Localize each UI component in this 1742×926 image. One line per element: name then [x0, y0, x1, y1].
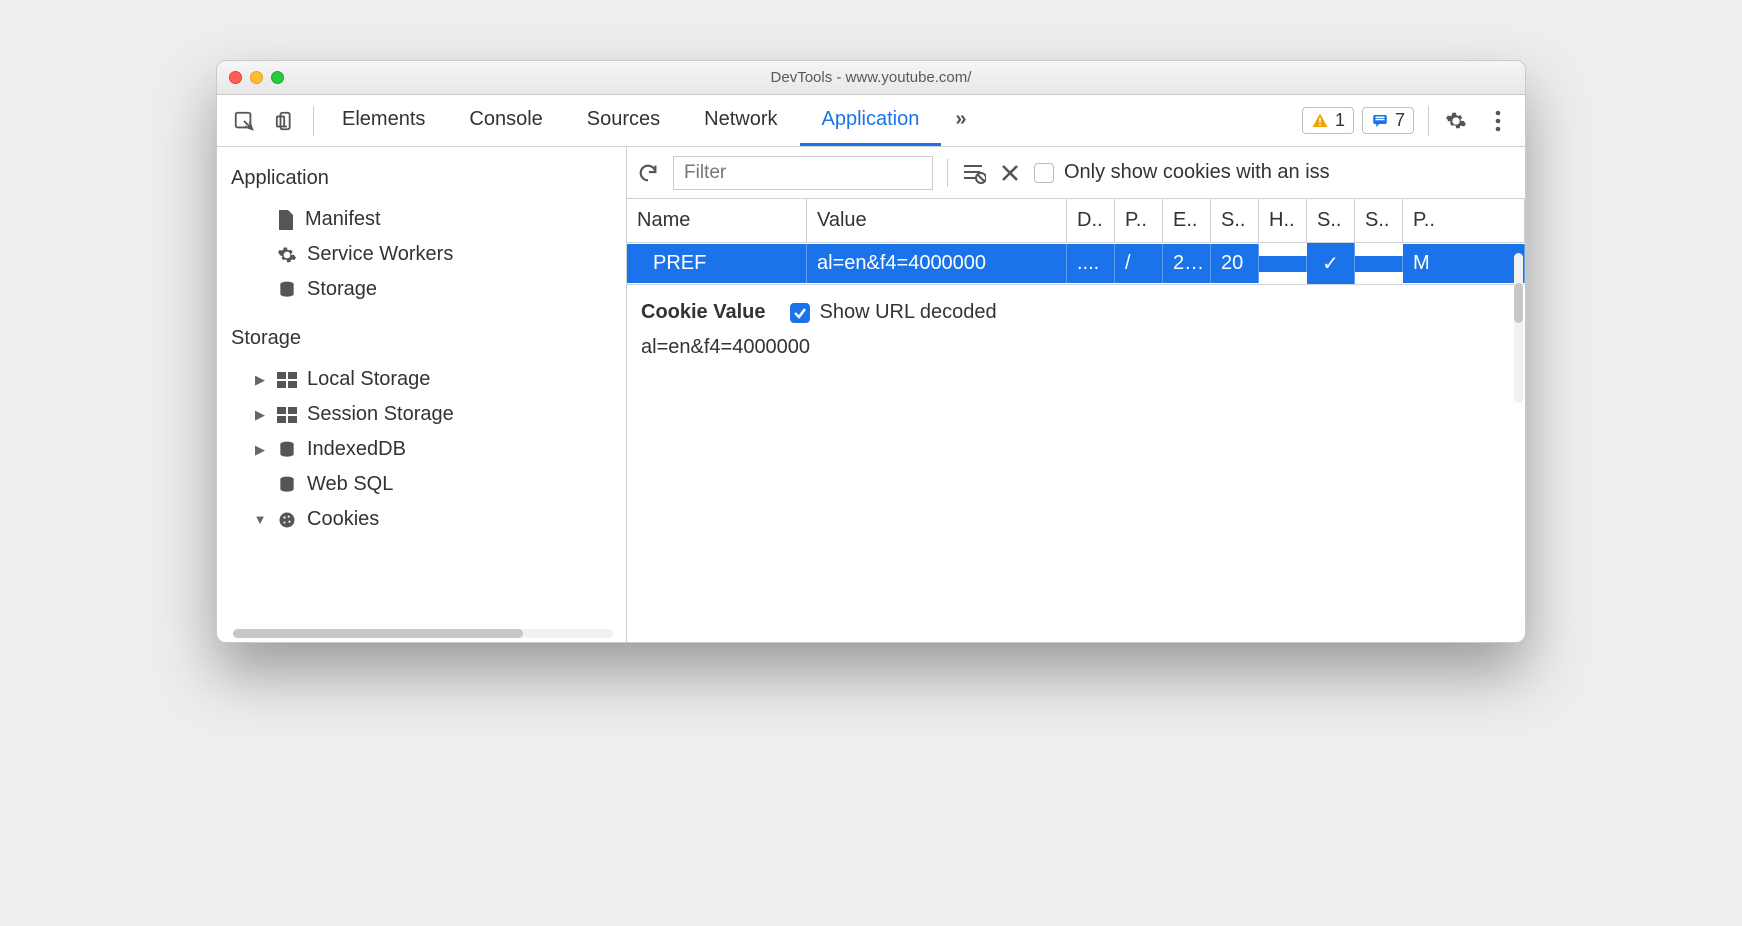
- sidebar-item-label: IndexedDB: [307, 438, 406, 461]
- col-httponly[interactable]: H..: [1259, 199, 1307, 242]
- sidebar-item-cookies[interactable]: ▼ Cookies: [217, 502, 626, 537]
- sidebar-group-application: Application: [217, 147, 626, 202]
- sidebar-item-label: Web SQL: [307, 473, 393, 496]
- cell-httponly: [1259, 256, 1307, 272]
- expand-arrow-icon[interactable]: ▶: [253, 442, 267, 458]
- tab-application[interactable]: Application: [800, 95, 942, 146]
- toolbar-divider: [313, 106, 314, 136]
- cell-domain: ....: [1067, 244, 1115, 283]
- col-expires[interactable]: E..: [1163, 199, 1211, 242]
- show-url-decoded-label: Show URL decoded: [820, 301, 997, 324]
- window-minimize-button[interactable]: [250, 71, 263, 84]
- toolbar-divider: [1428, 106, 1429, 136]
- sidebar-item-service-workers[interactable]: Service Workers: [217, 237, 626, 272]
- expand-arrow-icon[interactable]: ▶: [253, 372, 267, 388]
- sidebar-group-storage: Storage: [217, 307, 626, 362]
- table-row[interactable]: PREF al=en&f4=4000000 .... / 2… 20 ✓ M: [627, 243, 1525, 284]
- messages-badge[interactable]: 7: [1362, 107, 1414, 134]
- actionbar-divider: [947, 159, 948, 187]
- window-close-button[interactable]: [229, 71, 242, 84]
- cookies-pane: Only show cookies with an iss Name Value…: [627, 147, 1525, 642]
- gear-icon: [277, 245, 297, 265]
- warnings-badge[interactable]: 1: [1302, 107, 1354, 134]
- cookie-detail: Cookie Value Show URL decoded al=en&f4=4…: [627, 285, 1525, 375]
- file-icon: [277, 210, 295, 230]
- panel-body: Application Manifest Service Workers Sto…: [217, 147, 1525, 642]
- sidebar-item-label: Manifest: [305, 208, 381, 231]
- tab-elements[interactable]: Elements: [320, 95, 447, 146]
- warnings-count: 1: [1335, 110, 1345, 131]
- cell-path: /: [1115, 244, 1163, 283]
- messages-count: 7: [1395, 110, 1405, 131]
- expand-arrow-icon[interactable]: ▶: [253, 407, 267, 423]
- sidebar-item-manifest[interactable]: Manifest: [217, 202, 626, 237]
- col-domain[interactable]: D..: [1067, 199, 1115, 242]
- cell-expires: 2…: [1163, 244, 1211, 283]
- cookies-table: Name Value D.. P.. E.. S.. H.. S.. S.. P…: [627, 199, 1525, 285]
- settings-icon[interactable]: [1435, 95, 1477, 147]
- only-issues-label: Only show cookies with an iss: [1064, 161, 1330, 184]
- database-icon: [277, 475, 297, 495]
- window-zoom-button[interactable]: [271, 71, 284, 84]
- checkbox-icon: [790, 303, 810, 323]
- database-icon: [277, 440, 297, 460]
- cell-secure: ✓: [1307, 243, 1355, 284]
- window-title: DevTools - www.youtube.com/: [217, 69, 1525, 86]
- device-toggle-icon[interactable]: [265, 95, 307, 147]
- col-value[interactable]: Value: [807, 199, 1067, 242]
- cookies-actionbar: Only show cookies with an iss: [627, 147, 1525, 199]
- sidebar-item-label: Service Workers: [307, 243, 453, 266]
- sidebar-item-label: Local Storage: [307, 368, 430, 391]
- sidebar-item-local-storage[interactable]: ▶ Local Storage: [217, 362, 626, 397]
- delete-icon[interactable]: [1000, 163, 1020, 183]
- refresh-icon[interactable]: [637, 162, 659, 184]
- grid-icon: [277, 372, 297, 388]
- tab-more[interactable]: »: [941, 95, 981, 146]
- inspect-element-icon[interactable]: [223, 95, 265, 147]
- clear-all-icon[interactable]: [962, 162, 986, 184]
- main-toolbar: Elements Console Sources Network Applica…: [217, 95, 1525, 147]
- grid-icon: [277, 407, 297, 423]
- window-controls: [229, 71, 284, 84]
- sidebar-item-indexeddb[interactable]: ▶ IndexedDB: [217, 432, 626, 467]
- cell-size: 20: [1211, 244, 1259, 283]
- more-options-icon[interactable]: [1477, 95, 1519, 147]
- cookie-value-label: Cookie Value: [641, 301, 766, 324]
- col-samesite[interactable]: S..: [1355, 199, 1403, 242]
- tab-network[interactable]: Network: [682, 95, 799, 146]
- table-header-row: Name Value D.. P.. E.. S.. H.. S.. S.. P…: [627, 199, 1525, 243]
- tab-sources[interactable]: Sources: [565, 95, 682, 146]
- database-icon: [277, 280, 297, 300]
- application-sidebar: Application Manifest Service Workers Sto…: [217, 147, 627, 642]
- col-size[interactable]: S..: [1211, 199, 1259, 242]
- devtools-window: DevTools - www.youtube.com/ Elements Con…: [216, 60, 1526, 643]
- cookie-icon: [277, 510, 297, 530]
- cell-name: PREF: [627, 244, 807, 283]
- window-titlebar: DevTools - www.youtube.com/: [217, 61, 1525, 95]
- sidebar-item-label: Storage: [307, 278, 377, 301]
- sidebar-item-websql[interactable]: Web SQL: [217, 467, 626, 502]
- panel-tabs: Elements Console Sources Network Applica…: [320, 95, 981, 146]
- tab-console[interactable]: Console: [447, 95, 564, 146]
- col-priority[interactable]: P..: [1403, 199, 1525, 242]
- filter-input[interactable]: [673, 156, 933, 190]
- sidebar-item-storage[interactable]: Storage: [217, 272, 626, 307]
- col-secure[interactable]: S..: [1307, 199, 1355, 242]
- table-vertical-scrollbar[interactable]: [1514, 253, 1523, 403]
- cell-samesite: [1355, 256, 1403, 272]
- col-path[interactable]: P..: [1115, 199, 1163, 242]
- cell-priority: M: [1403, 244, 1525, 283]
- checkbox-icon: [1034, 163, 1054, 183]
- cell-value: al=en&f4=4000000: [807, 244, 1067, 283]
- collapse-arrow-icon[interactable]: ▼: [253, 512, 267, 527]
- sidebar-horizontal-scrollbar[interactable]: [233, 629, 613, 638]
- show-url-decoded-checkbox[interactable]: Show URL decoded: [790, 301, 997, 324]
- sidebar-item-session-storage[interactable]: ▶ Session Storage: [217, 397, 626, 432]
- only-issues-checkbox[interactable]: Only show cookies with an iss: [1034, 161, 1330, 184]
- sidebar-item-label: Cookies: [307, 508, 379, 531]
- sidebar-item-label: Session Storage: [307, 403, 454, 426]
- cookie-value-text: al=en&f4=4000000: [641, 336, 1511, 359]
- col-name[interactable]: Name: [627, 199, 807, 242]
